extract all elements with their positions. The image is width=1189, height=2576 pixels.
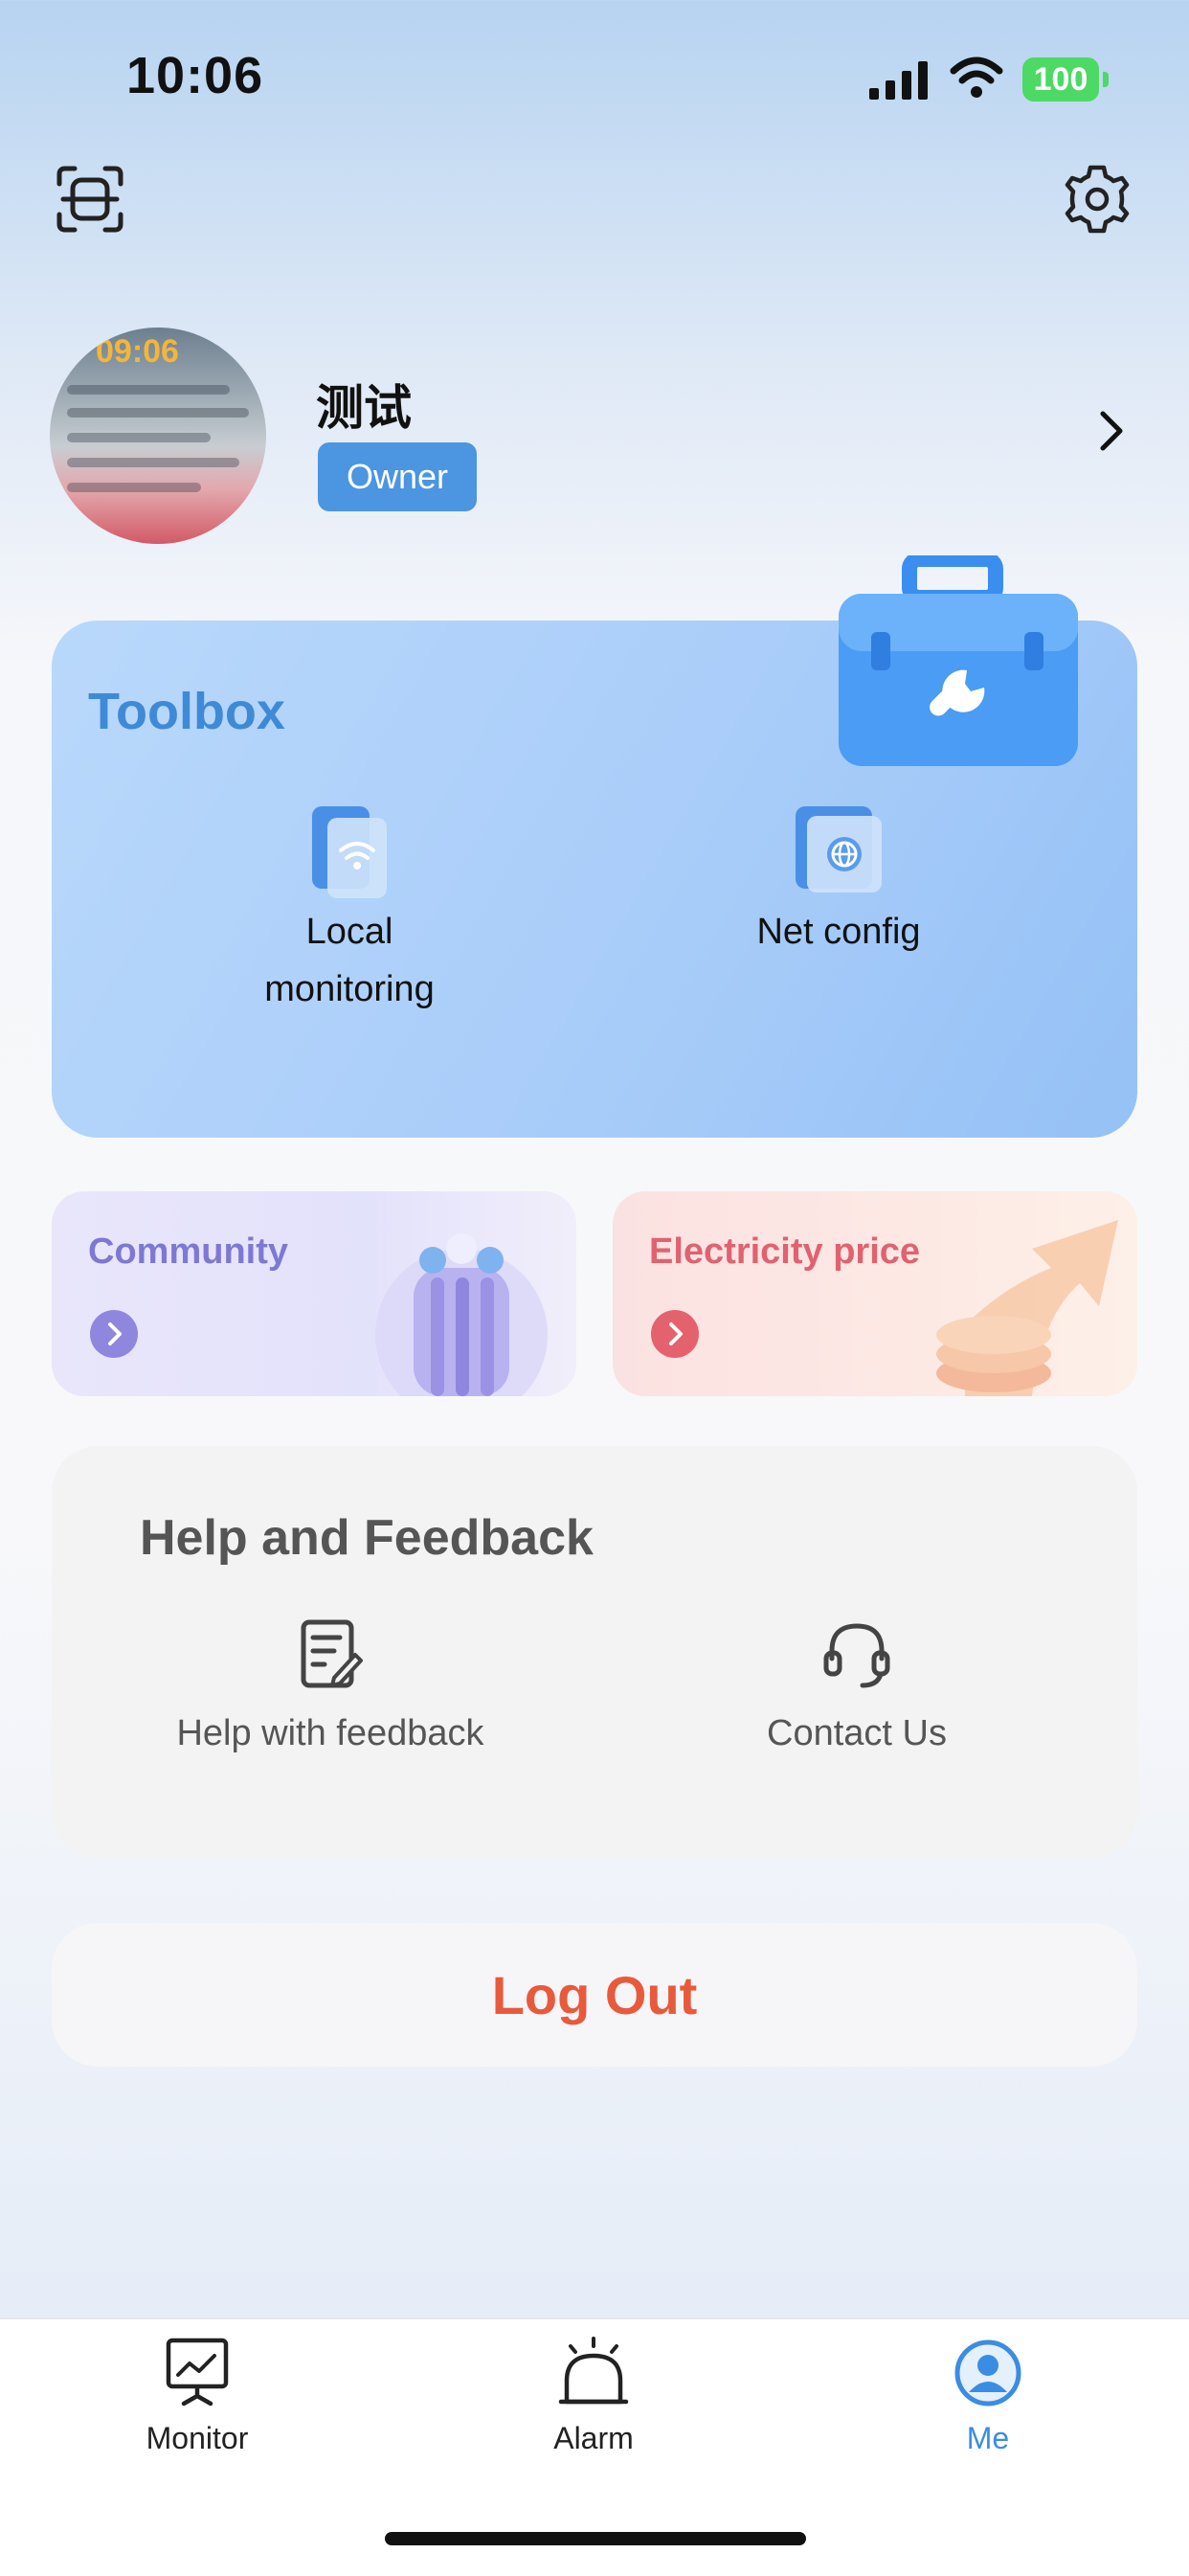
net-config-icon — [796, 806, 882, 893]
role-badge: Owner — [318, 442, 477, 511]
toolbox-local-monitoring[interactable]: Local monitoring — [230, 802, 469, 1018]
chevron-right-icon — [108, 1322, 122, 1345]
avatar[interactable]: 09:06 — [50, 328, 266, 544]
user-profile-icon — [954, 2339, 1021, 2407]
avatar-time: 09:06 — [96, 333, 179, 370]
tab-me-label: Me — [966, 2421, 1010, 2455]
contact-us-label: Contact Us — [767, 1713, 947, 1753]
price-trend-illustration-icon — [936, 1220, 1118, 1396]
home-indicator — [385, 2532, 806, 2545]
battery-indicator: 100 — [1022, 57, 1109, 102]
help-section-title: Help and Feedback — [140, 1510, 594, 1566]
electricity-price-card[interactable]: Electricity price — [613, 1191, 1137, 1396]
profile-name[interactable]: 测试 — [316, 370, 412, 439]
tab-monitor[interactable]: Monitor — [101, 2337, 293, 2456]
local-monitoring-label-line2: monitoring — [264, 969, 435, 1009]
net-config-label: Net config — [756, 912, 921, 952]
tab-alarm-label: Alarm — [553, 2421, 634, 2455]
gear-icon[interactable] — [1061, 163, 1133, 236]
chevron-right-icon — [669, 1322, 683, 1345]
battery-level: 100 — [1022, 57, 1099, 102]
community-arrow[interactable] — [90, 1310, 138, 1358]
help-with-feedback-item[interactable]: Help with feedback — [153, 1616, 507, 1754]
electricity-price-arrow[interactable] — [651, 1310, 699, 1358]
tab-monitor-label: Monitor — [146, 2421, 249, 2455]
monitor-icon — [166, 2338, 229, 2407]
community-title: Community — [88, 1232, 288, 1272]
chevron-right-icon[interactable] — [1097, 410, 1126, 452]
logout-button[interactable]: Log Out — [52, 1923, 1137, 2067]
alarm-bell-icon — [558, 2337, 629, 2405]
headset-icon — [823, 1623, 890, 1688]
cellular-signal-icon — [869, 61, 928, 100]
toolbox-net-config[interactable]: Net config — [714, 802, 963, 960]
toolbox-title: Toolbox — [88, 683, 285, 740]
tab-me[interactable]: Me — [892, 2337, 1084, 2456]
contact-us-item[interactable]: Contact Us — [728, 1616, 986, 1754]
feedback-edit-icon — [301, 1619, 363, 1688]
status-time: 10:06 — [126, 47, 264, 104]
wifi-icon — [950, 56, 1003, 98]
electricity-price-title: Electricity price — [649, 1232, 921, 1272]
toolbox-illustration-icon — [839, 555, 1078, 766]
scan-icon[interactable] — [54, 163, 126, 236]
community-illustration-icon — [375, 1233, 548, 1396]
local-monitoring-icon — [312, 806, 387, 898]
tab-alarm[interactable]: Alarm — [498, 2337, 689, 2456]
help-with-feedback-label: Help with feedback — [176, 1713, 484, 1753]
local-monitoring-label-line1: Local — [305, 912, 393, 952]
community-card[interactable]: Community — [52, 1191, 576, 1396]
